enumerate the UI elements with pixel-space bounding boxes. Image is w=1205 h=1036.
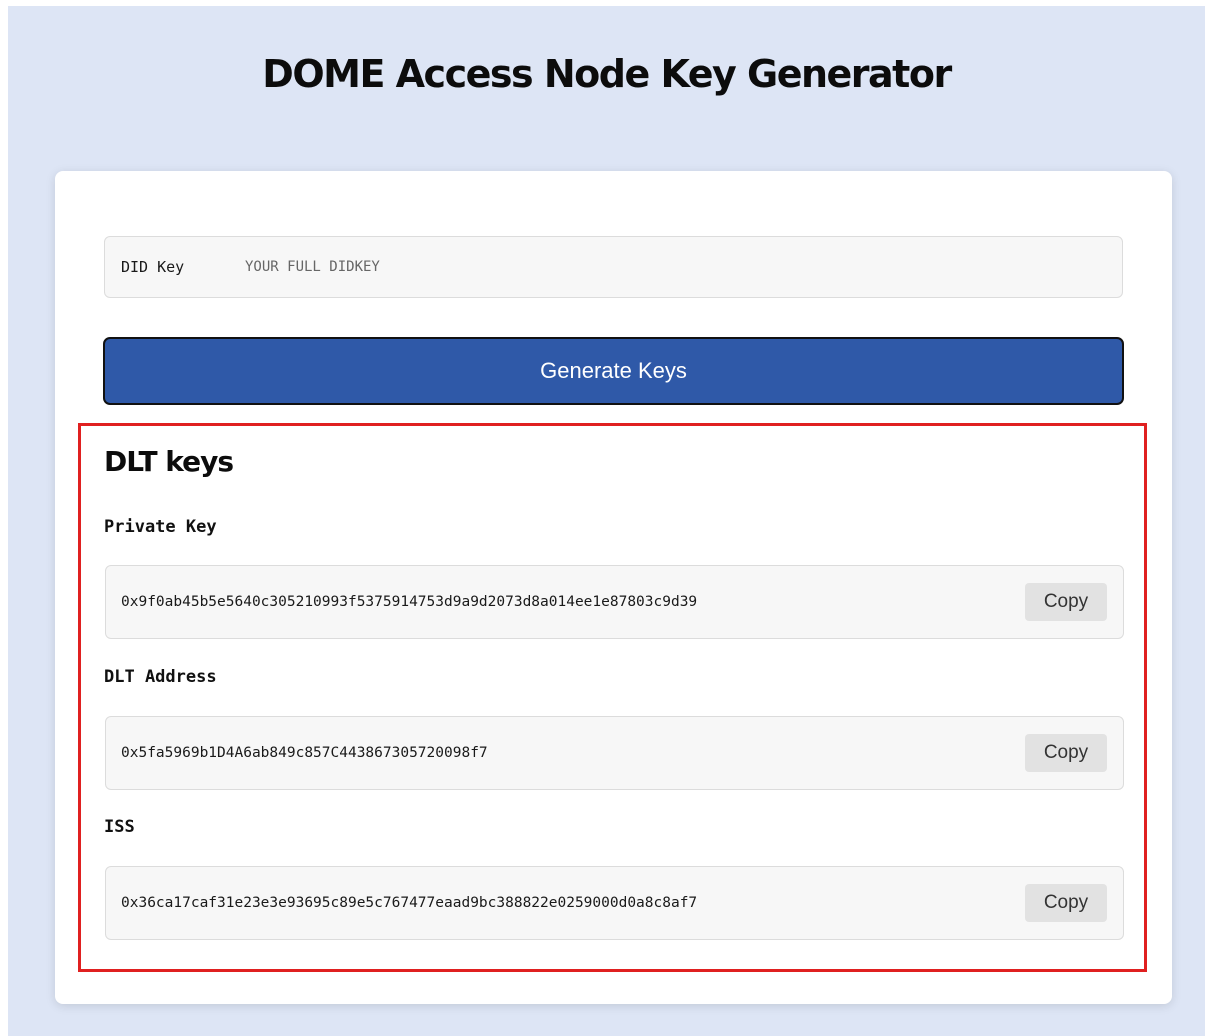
private-key-label: Private Key: [104, 517, 217, 537]
page-title: DOME Access Node Key Generator: [262, 52, 952, 96]
copy-dlt-address-button[interactable]: Copy: [1025, 734, 1107, 772]
dlt-address-value: 0x5fa5969b1D4A6ab849c857C443867305720098…: [121, 745, 488, 761]
did-key-label: DID Key: [121, 258, 185, 276]
copy-iss-button[interactable]: Copy: [1025, 884, 1107, 922]
dlt-address-label: DLT Address: [104, 667, 217, 687]
did-key-input[interactable]: [245, 237, 1122, 297]
did-key-field: DID Key: [104, 236, 1123, 298]
dlt-keys-section: DLT keys Private Key 0x9f0ab45b5e5640c30…: [78, 423, 1147, 972]
private-key-value: 0x9f0ab45b5e5640c305210993f5375914753d9a…: [121, 594, 698, 610]
iss-label: ISS: [104, 817, 135, 837]
iss-field: 0x36ca17caf31e23e3e93695c89e5c767477eaad…: [105, 866, 1124, 940]
generate-keys-button[interactable]: Generate Keys: [103, 337, 1124, 405]
private-key-field: 0x9f0ab45b5e5640c305210993f5375914753d9a…: [105, 565, 1124, 639]
generator-card: DID Key Generate Keys DLT keys Private K…: [55, 171, 1172, 1004]
dlt-keys-heading: DLT keys: [104, 445, 234, 478]
iss-value: 0x36ca17caf31e23e3e93695c89e5c767477eaad…: [121, 895, 698, 911]
copy-private-key-button[interactable]: Copy: [1025, 583, 1107, 621]
dlt-address-field: 0x5fa5969b1D4A6ab849c857C443867305720098…: [105, 716, 1124, 790]
